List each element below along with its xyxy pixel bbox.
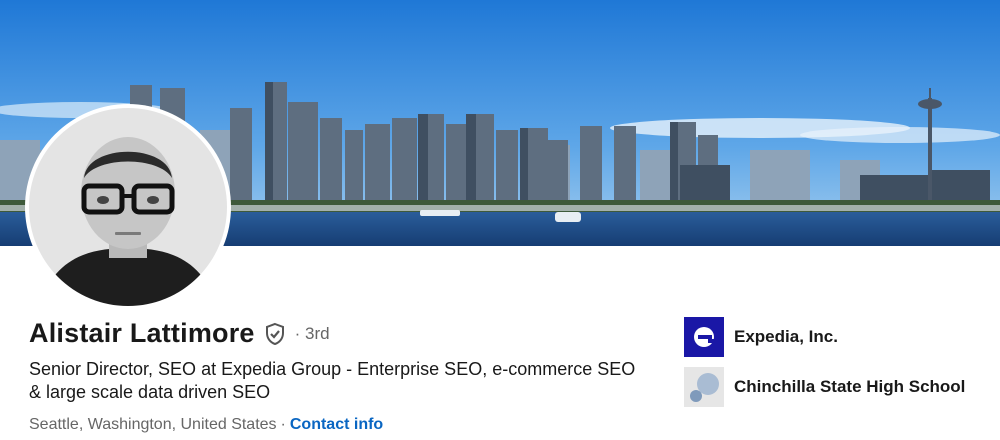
- location-row: Seattle, Washington, United States · Conta…: [29, 416, 383, 434]
- profile-name: Alistair Lattimore: [29, 318, 255, 348]
- verified-shield-icon[interactable]: [263, 322, 287, 346]
- profile-photo: [29, 108, 227, 306]
- expedia-logo-icon: [684, 317, 724, 357]
- org-label-chinchilla: Chinchilla State High School: [734, 377, 966, 396]
- profile-location: Seattle, Washington, United States: [29, 416, 277, 433]
- org-chinchilla-school[interactable]: Chinchilla State High School: [684, 367, 965, 407]
- org-label-expedia: Expedia, Inc.: [734, 327, 838, 346]
- contact-info-link[interactable]: Contact info: [290, 416, 383, 433]
- separator-dot: ·: [280, 416, 286, 433]
- connection-degree: · 3rd: [294, 323, 330, 343]
- school-logo-icon: [684, 367, 724, 407]
- name-row: Alistair Lattimore · 3rd: [29, 318, 330, 349]
- profile-avatar[interactable]: [29, 108, 227, 306]
- org-expedia[interactable]: Expedia, Inc.: [684, 317, 838, 357]
- profile-headline: Senior Director, SEO at Expedia Group - …: [29, 359, 636, 402]
